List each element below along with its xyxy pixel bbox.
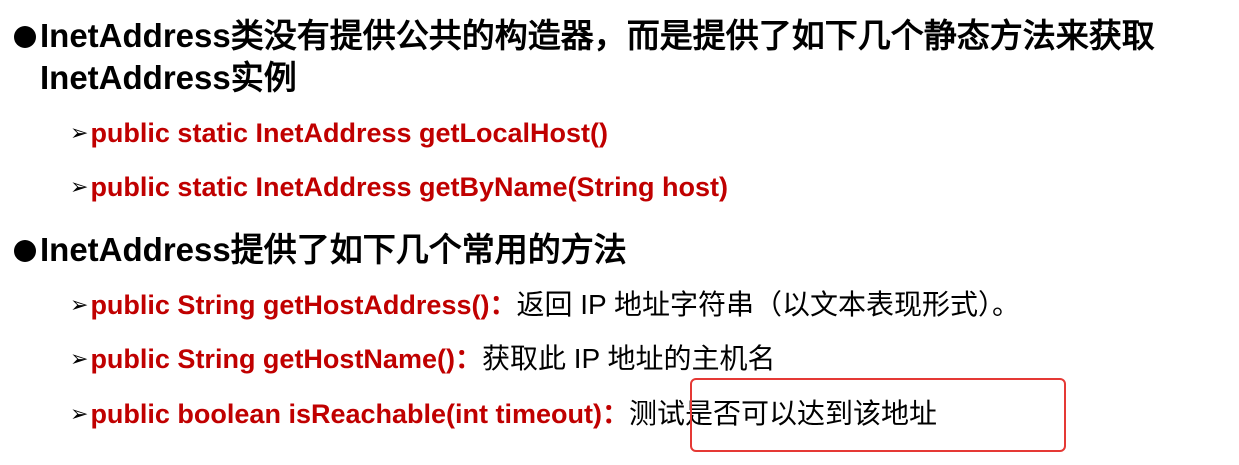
method-item: ➢public String getHostAddress()：返回 IP 地址… xyxy=(70,286,1020,324)
method-signature: public String getHostAddress()： xyxy=(90,290,517,320)
bullet-text: 提供了如下几个常用的方法 xyxy=(230,231,627,268)
bullet-text: 类没有提供公共的构造器，而是提供了如下几个静态方法来获取 xyxy=(230,17,1155,54)
arrow-bullet-icon: ➢ xyxy=(70,401,89,426)
bullet-inetaddress-methods: InetAddress提供了如下几个常用的方法 xyxy=(14,228,627,272)
bullet-text: 实例 xyxy=(230,59,297,96)
method-description: 返回 IP 地址字符串（以文本表现形式）。 xyxy=(516,289,1020,320)
arrow-bullet-icon: ➢ xyxy=(70,174,89,199)
bullet-term: InetAddress xyxy=(40,231,231,268)
bullet-continuation: InetAddress实例 xyxy=(40,56,297,100)
bullet-dot-icon xyxy=(14,240,36,262)
method-signature: public boolean isReachable(int timeout)： xyxy=(90,399,629,429)
slide: InetAddress类没有提供公共的构造器，而是提供了如下几个静态方法来获取 … xyxy=(0,0,1239,465)
method-signature: public String getHostName()： xyxy=(90,344,482,374)
method-signature: public static InetAddress getLocalHost() xyxy=(90,118,609,148)
highlight-box xyxy=(690,378,1066,452)
method-signature: public static InetAddress getByName(Stri… xyxy=(90,172,729,202)
bullet-inetaddress-factory: InetAddress类没有提供公共的构造器，而是提供了如下几个静态方法来获取 xyxy=(14,14,1155,58)
arrow-bullet-icon: ➢ xyxy=(70,346,89,371)
method-item: ➢public static InetAddress getByName(Str… xyxy=(70,168,728,206)
method-item: ➢public String getHostName()：获取此 IP 地址的主… xyxy=(70,340,775,378)
bullet-dot-icon xyxy=(14,26,36,48)
arrow-bullet-icon: ➢ xyxy=(70,292,89,317)
arrow-bullet-icon: ➢ xyxy=(70,120,89,145)
method-item: ➢public static InetAddress getLocalHost(… xyxy=(70,114,608,152)
bullet-term: InetAddress xyxy=(40,17,231,54)
method-description: 获取此 IP 地址的主机名 xyxy=(481,343,776,374)
bullet-term: InetAddress xyxy=(40,59,231,96)
